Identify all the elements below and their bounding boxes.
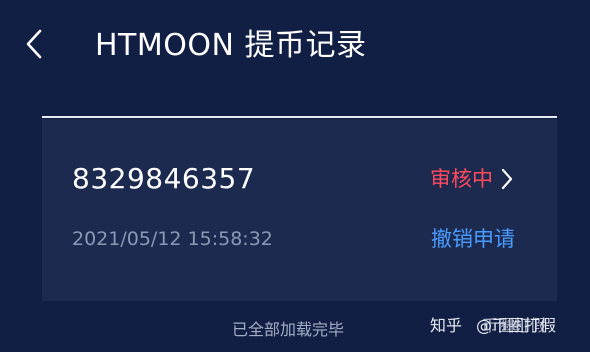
cancel-request-button[interactable]: 撤销申请 — [431, 224, 515, 254]
chevron-left-icon — [26, 29, 42, 63]
withdrawal-records-screen: HTMOON 提币记录 8329846357 审核中 2021/05/12 15… — [0, 0, 590, 352]
watermark-author-overlap: 币圈打假 — [482, 316, 547, 335]
watermark: 知乎 @币圈打假 币圈打假 — [430, 314, 556, 338]
watermark-author: @币圈打假 币圈打假 — [476, 314, 556, 338]
chevron-right-icon — [501, 168, 513, 190]
watermark-site: 知乎 — [430, 316, 463, 335]
back-button[interactable] — [18, 26, 50, 66]
status-link[interactable]: 审核中 — [430, 163, 513, 195]
status-badge: 审核中 — [430, 167, 493, 191]
page-title: HTMOON 提币记录 — [95, 28, 367, 63]
load-complete-text: 已全部加载完毕 — [232, 320, 345, 339]
header-divider — [42, 116, 557, 118]
record-id: 8329846357 — [72, 162, 256, 195]
record-timestamp: 2021/05/12 15:58:32 — [72, 228, 273, 250]
record-card[interactable]: 8329846357 审核中 2021/05/12 15:58:32 撤销申请 — [42, 119, 557, 301]
